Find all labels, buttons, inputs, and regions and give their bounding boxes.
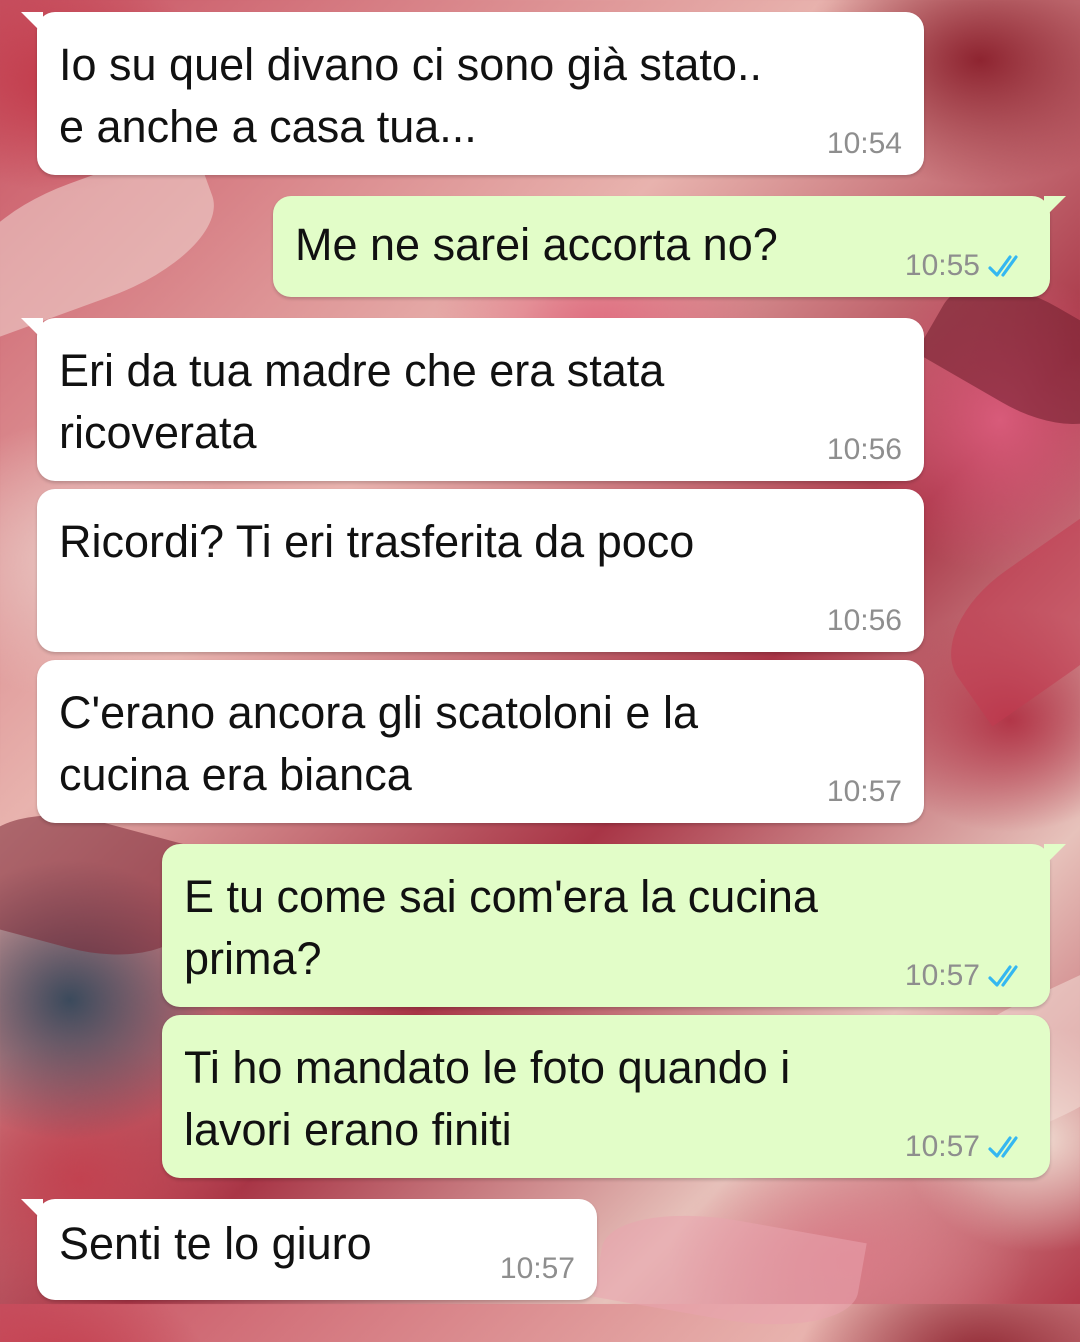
message-text: Ti ho mandato le foto quando i lavori er… (184, 1042, 791, 1155)
message-time: 10:54 (826, 127, 902, 160)
message-bubble-outgoing[interactable]: Me ne sarei accorta no? 10:55 (273, 196, 1066, 297)
message-meta: 10:54 (827, 127, 902, 161)
message-text: Eri da tua madre che era stata ricoverat… (59, 345, 665, 458)
message-text: Senti te lo giuro (59, 1218, 372, 1269)
bubble-tail (1044, 196, 1066, 218)
message-text: E tu come sai com'era la cucina prima? (184, 871, 818, 984)
bubble-tail (21, 12, 43, 34)
message-meta: 10:55 (905, 249, 1028, 283)
message-meta: 10:57 (905, 959, 1028, 993)
message-bubble-incoming[interactable]: C'erano ancora gli scatoloni e la cucina… (37, 660, 924, 823)
message-time: 10:57 (499, 1252, 575, 1285)
message-bubble-outgoing[interactable]: Ti ho mandato le foto quando i lavori er… (162, 1015, 1050, 1178)
message-bubble-incoming[interactable]: Eri da tua madre che era stata ricoverat… (21, 318, 924, 481)
message-bubble-incoming[interactable]: Io su quel divano ci sono già stato.. e … (21, 12, 924, 175)
message-time: 10:56 (826, 433, 902, 466)
message-time: 10:57 (904, 1130, 980, 1163)
double-check-read-icon (988, 965, 1018, 987)
message-meta: 10:57 (500, 1252, 575, 1286)
message-text: Io su quel divano ci sono già stato.. e … (59, 39, 762, 152)
message-time: 10:57 (826, 775, 902, 808)
background-leaf (593, 1198, 867, 1342)
message-meta: 10:57 (827, 775, 902, 809)
message-bubble-incoming[interactable]: Senti te lo giuro 10:57 (21, 1199, 597, 1300)
message-time: 10:57 (904, 959, 980, 992)
message-meta: 10:56 (827, 433, 902, 467)
message-bubble-incoming[interactable]: Ricordi? Ti eri trasferita da poco 10:56 (37, 489, 924, 652)
bubble-tail (21, 1199, 43, 1221)
bubble-tail (21, 318, 43, 340)
bubble-tail (1044, 844, 1066, 866)
message-bubble-outgoing[interactable]: E tu come sai com'era la cucina prima? 1… (162, 844, 1066, 1007)
background-leaf (923, 513, 1080, 727)
double-check-read-icon (988, 1136, 1018, 1158)
message-time: 10:56 (826, 604, 902, 637)
message-time: 10:55 (904, 249, 980, 282)
message-text: Me ne sarei accorta no? (295, 219, 778, 270)
message-text: C'erano ancora gli scatoloni e la cucina… (59, 687, 698, 800)
double-check-read-icon (988, 255, 1018, 277)
message-text: Ricordi? Ti eri trasferita da poco (59, 516, 695, 567)
message-meta: 10:57 (905, 1130, 1028, 1164)
message-meta: 10:56 (827, 604, 902, 638)
